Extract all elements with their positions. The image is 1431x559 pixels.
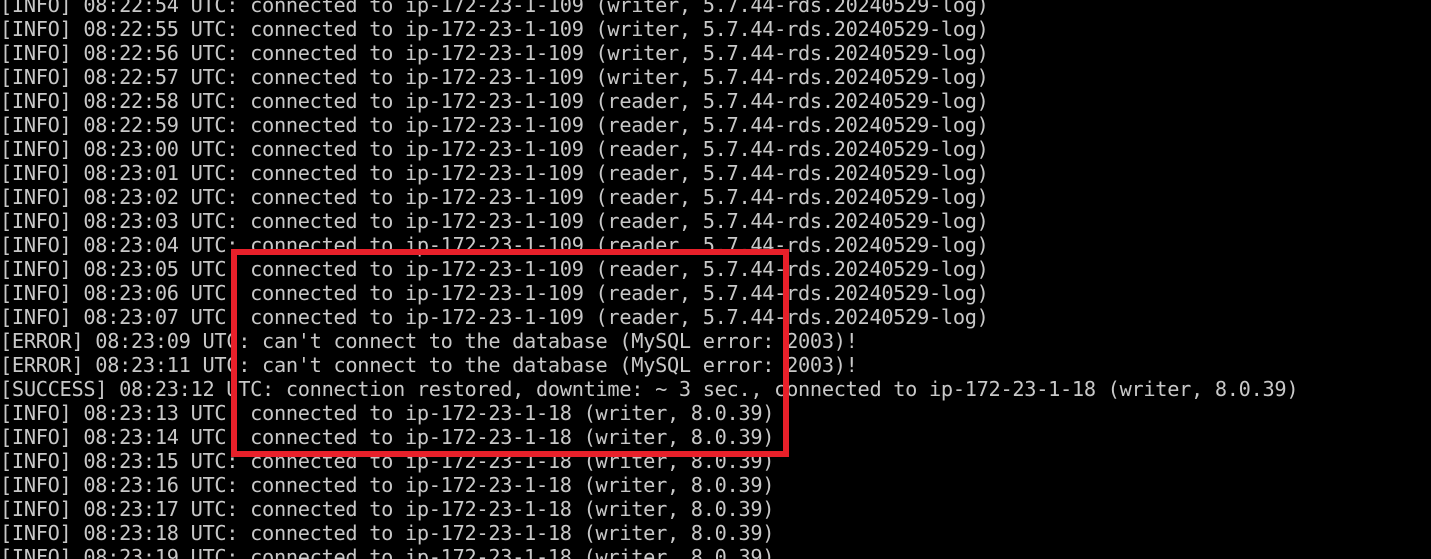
log-line: [INFO] 08:23:19 UTC: connected to ip-172… <box>0 545 775 559</box>
log-line: [INFO] 08:23:18 UTC: connected to ip-172… <box>0 521 775 545</box>
log-line: [INFO] 08:22:58 UTC: connected to ip-172… <box>0 89 989 113</box>
log-line: [INFO] 08:23:00 UTC: connected to ip-172… <box>0 137 989 161</box>
log-line: [INFO] 08:23:01 UTC: connected to ip-172… <box>0 161 989 185</box>
log-line: [INFO] 08:22:54 UTC: connected to ip-172… <box>0 0 989 17</box>
terminal-window[interactable]: [INFO] 08:22:54 UTC: connected to ip-172… <box>0 0 1431 559</box>
log-output: [INFO] 08:22:54 UTC: connected to ip-172… <box>0 0 1299 559</box>
success-line: [SUCCESS] 08:23:12 UTC: connection resto… <box>0 377 1299 401</box>
log-line: [INFO] 08:23:14 UTC: connected to ip-172… <box>0 425 775 449</box>
log-line: [INFO] 08:22:56 UTC: connected to ip-172… <box>0 41 989 65</box>
log-line: [INFO] 08:23:05 UTC: connected to ip-172… <box>0 257 989 281</box>
error-line: [ERROR] 08:23:11 UTC: can't connect to t… <box>0 353 858 377</box>
error-line: [ERROR] 08:23:09 UTC: can't connect to t… <box>0 329 858 353</box>
log-line: [INFO] 08:23:13 UTC: connected to ip-172… <box>0 401 775 425</box>
log-line: [INFO] 08:23:04 UTC: connected to ip-172… <box>0 233 989 257</box>
log-line: [INFO] 08:23:16 UTC: connected to ip-172… <box>0 473 775 497</box>
log-line: [INFO] 08:23:17 UTC: connected to ip-172… <box>0 497 775 521</box>
log-line: [INFO] 08:22:59 UTC: connected to ip-172… <box>0 113 989 137</box>
log-line: [INFO] 08:23:06 UTC: connected to ip-172… <box>0 281 989 305</box>
log-line: [INFO] 08:22:55 UTC: connected to ip-172… <box>0 17 989 41</box>
log-line: [INFO] 08:23:02 UTC: connected to ip-172… <box>0 185 989 209</box>
log-line: [INFO] 08:23:07 UTC: connected to ip-172… <box>0 305 989 329</box>
log-line: [INFO] 08:22:57 UTC: connected to ip-172… <box>0 65 989 89</box>
log-line: [INFO] 08:23:03 UTC: connected to ip-172… <box>0 209 989 233</box>
log-line: [INFO] 08:23:15 UTC: connected to ip-172… <box>0 449 775 473</box>
